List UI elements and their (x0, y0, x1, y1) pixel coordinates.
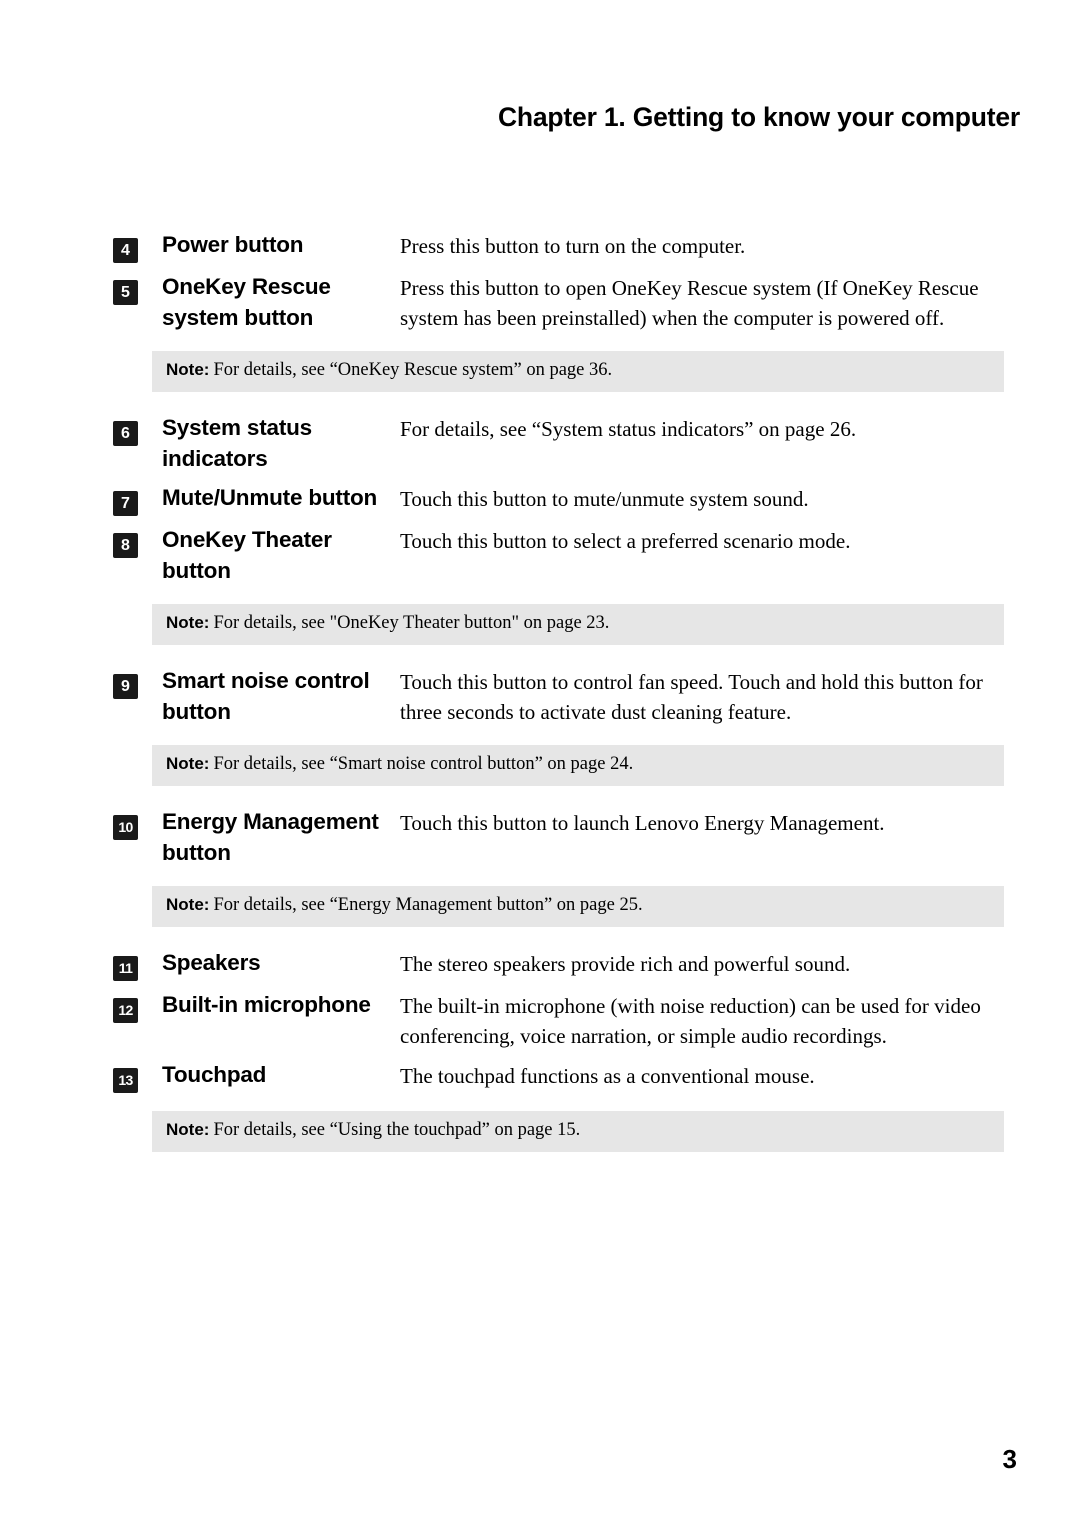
page-title: Chapter 1. Getting to know your computer (497, 102, 1020, 132)
badge-cell: 11 (113, 947, 162, 981)
feature-row: 6 System status indicators For details, … (113, 412, 1020, 474)
feature-description: Touch this button to mute/unmute system … (400, 487, 809, 511)
feature-description: Touch this button to select a preferred … (400, 529, 851, 553)
item-number-badge: 8 (113, 533, 138, 558)
item-number-badge: 4 (113, 238, 138, 263)
item-number-badge: 10 (113, 815, 138, 840)
badge-cell: 7 (113, 482, 162, 516)
note-text: For details, see “Smart noise control bu… (213, 754, 634, 774)
feature-label: Mute/Unmute button (162, 485, 378, 510)
feature-row: 4 Power button Press this button to turn… (113, 229, 1020, 263)
badge-cell: 9 (113, 665, 162, 699)
badge-cell: 13 (113, 1059, 162, 1093)
feature-row: 10 Energy Management button Touch this b… (113, 806, 1020, 868)
note-band: Note: For details, see “Energy Managemen… (152, 886, 1004, 927)
feature-description: The stereo speakers provide rich and pow… (400, 952, 851, 976)
item-number-badge: 6 (113, 421, 138, 446)
page-number: 3 (1002, 1444, 1017, 1474)
note-label: Note: (166, 895, 210, 914)
note-text: For details, see “Using the touchpad” on… (213, 1120, 581, 1140)
feature-label: Touchpad (162, 1062, 267, 1087)
feature-label: Speakers (162, 950, 261, 975)
note-band: Note: For details, see “OneKey Rescue sy… (152, 351, 1004, 392)
feature-label: Energy Management button (162, 809, 379, 865)
note-text: For details, see “Energy Management butt… (213, 895, 643, 915)
badge-cell: 10 (113, 806, 162, 840)
note-band: Note: For details, see “Smart noise cont… (152, 745, 1004, 786)
feature-label: Smart noise control button (162, 668, 370, 724)
item-number-badge: 7 (113, 491, 138, 516)
feature-row: 5 OneKey Rescue system button Press this… (113, 271, 1020, 333)
note-text: For details, see "OneKey Theater button"… (213, 613, 610, 633)
badge-cell: 4 (113, 229, 162, 263)
feature-description: Touch this button to launch Lenovo Energ… (400, 811, 885, 835)
feature-label: Built-in microphone (162, 992, 371, 1017)
feature-description: For details, see “System status indicato… (400, 417, 857, 441)
note-label: Note: (166, 613, 210, 632)
note-band: Note: For details, see “Using the touchp… (152, 1111, 1004, 1152)
item-number-badge: 12 (113, 998, 138, 1023)
feature-row: 7 Mute/Unmute button Touch this button t… (113, 482, 1020, 516)
note-label: Note: (166, 1120, 210, 1139)
feature-description: Press this button to open OneKey Rescue … (400, 276, 979, 330)
item-number-badge: 5 (113, 280, 138, 305)
feature-description: The built-in microphone (with noise redu… (400, 994, 981, 1048)
feature-label: Power button (162, 232, 304, 257)
note-band: Note: For details, see "OneKey Theater b… (152, 604, 1004, 645)
feature-label: OneKey Rescue system button (162, 274, 331, 330)
item-number-badge: 11 (113, 956, 138, 981)
feature-list: 4 Power button Press this button to turn… (113, 229, 1020, 1172)
feature-description: The touchpad functions as a conventional… (400, 1064, 815, 1088)
badge-cell: 6 (113, 412, 162, 446)
feature-row: 9 Smart noise control button Touch this … (113, 665, 1020, 727)
note-label: Note: (166, 360, 210, 379)
feature-row: 8 OneKey Theater button Touch this butto… (113, 524, 1020, 586)
item-number-badge: 9 (113, 674, 138, 699)
badge-cell: 12 (113, 989, 162, 1023)
note-label: Note: (166, 754, 210, 773)
feature-row: 11 Speakers The stereo speakers provide … (113, 947, 1020, 981)
feature-row: 12 Built-in microphone The built-in micr… (113, 989, 1020, 1051)
note-text: For details, see “OneKey Rescue system” … (213, 360, 613, 380)
manual-page: Chapter 1. Getting to know your computer… (0, 0, 1080, 1529)
badge-cell: 5 (113, 271, 162, 305)
feature-description: Press this button to turn on the compute… (400, 234, 746, 258)
item-number-badge: 13 (113, 1068, 138, 1093)
feature-row: 13 Touchpad The touchpad functions as a … (113, 1059, 1020, 1093)
badge-cell: 8 (113, 524, 162, 558)
feature-description: Touch this button to control fan speed. … (400, 670, 983, 724)
feature-label: OneKey Theater button (162, 527, 332, 583)
feature-label: System status indicators (162, 415, 312, 471)
